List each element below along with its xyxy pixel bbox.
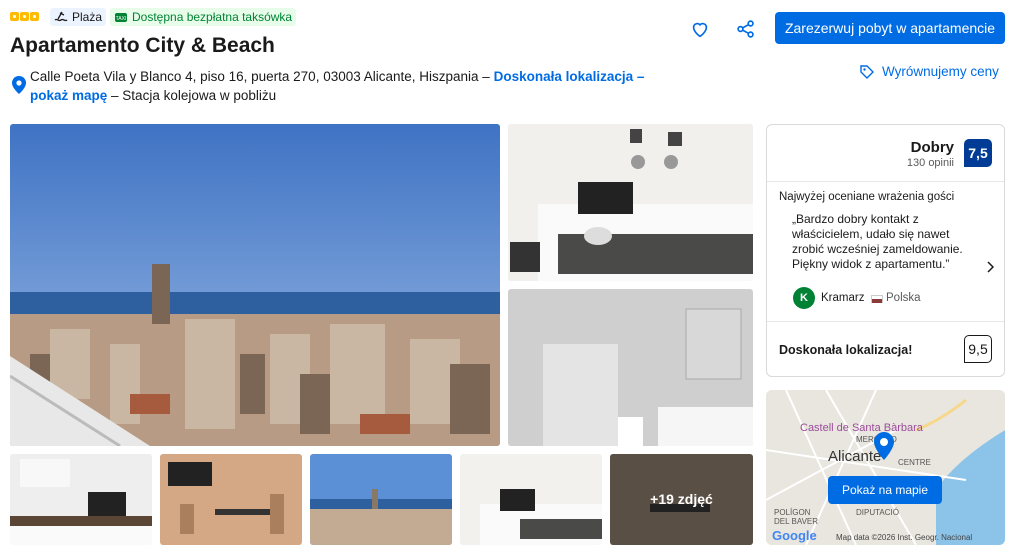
more-photos-tile[interactable]: +19 zdjęć	[610, 454, 753, 545]
address-suffix: – Stacja kolejowa w pobliżu	[111, 88, 277, 103]
taxi-icon: TAXI	[115, 12, 127, 22]
star-rating	[10, 12, 39, 21]
main-photo-city-view[interactable]	[10, 124, 500, 446]
beach-badge[interactable]: Plaża	[50, 8, 107, 26]
address-block: Calle Poeta Vila y Blanco 4, piso 16, pu…	[30, 67, 680, 105]
map-preview[interactable]: Castell de Santa Bàrbara MERCADO Alicant…	[766, 390, 1005, 545]
taxi-badge[interactable]: TAXI Dostępna bezpłatna taksówka	[110, 8, 297, 26]
review-author: Kramarz	[821, 292, 865, 304]
tag-icon	[860, 64, 874, 79]
reserve-button[interactable]: Zarezerwuj pobyt w apartamencie	[775, 12, 1005, 44]
flag-icon	[871, 295, 883, 303]
share-icon[interactable]	[735, 18, 757, 40]
living-room-photo[interactable]	[160, 454, 302, 545]
price-match-link[interactable]: Wyrównujemy ceny	[860, 64, 999, 79]
svg-text:TAXI: TAXI	[116, 16, 127, 22]
review-heading: Najwyżej oceniane wrażenia gości	[779, 191, 955, 203]
map-label-centre: CENTRE	[898, 458, 931, 467]
show-on-map-button[interactable]: Pokaż na mapie	[828, 476, 942, 504]
address-text: Calle Poeta Vila y Blanco 4, piso 16, pu…	[30, 69, 490, 84]
bedroom-photo-2[interactable]	[460, 454, 602, 545]
beach-icon	[54, 11, 68, 22]
review-quote[interactable]: „Bardzo dobry kontakt z właścicielem, ud…	[792, 212, 970, 272]
bedroom-photo[interactable]	[508, 124, 753, 281]
google-logo: Google	[772, 528, 817, 543]
view-photo[interactable]	[310, 454, 452, 545]
rating-word: Dobry	[910, 139, 954, 156]
score-badge[interactable]: 7,5	[964, 139, 992, 167]
star-icon	[10, 12, 19, 21]
taxi-label: Dostępna bezpłatna taksówka	[132, 10, 293, 24]
property-title: Apartamento City & Beach	[10, 34, 275, 57]
map-label-diputacio: DIPUTACIÓ	[856, 508, 899, 517]
review-country: Polska	[886, 292, 921, 304]
beach-label: Plaża	[72, 10, 103, 24]
map-label-poligon: POLÍGON	[774, 508, 811, 517]
map-label-baver: DEL BAVER	[774, 517, 819, 526]
kitchen-photo[interactable]	[10, 454, 152, 545]
more-photos-label: +19 zdjęć	[650, 491, 713, 507]
heart-icon[interactable]	[689, 18, 711, 40]
price-match-label: Wyrównujemy ceny	[882, 64, 999, 79]
avatar: K	[793, 287, 815, 309]
location-score: 9,5	[964, 335, 992, 363]
bathroom-photo[interactable]	[508, 289, 753, 446]
review-panel: Dobry 130 opinii 7,5 Najwyżej oceniane w…	[766, 124, 1005, 377]
star-icon	[20, 12, 29, 21]
map-castle-label: Castell de Santa Bàrbara	[800, 422, 923, 434]
map-pin-icon	[874, 432, 894, 460]
star-icon	[30, 12, 39, 21]
review-count: 130 opinii	[906, 157, 954, 169]
location-pin-icon	[12, 76, 26, 94]
map-attribution: Map data ©2026 Inst. Geogr. Nacional	[836, 533, 973, 542]
location-label: Doskonała lokalizacja!	[779, 343, 913, 357]
chevron-right-icon[interactable]	[986, 261, 994, 273]
